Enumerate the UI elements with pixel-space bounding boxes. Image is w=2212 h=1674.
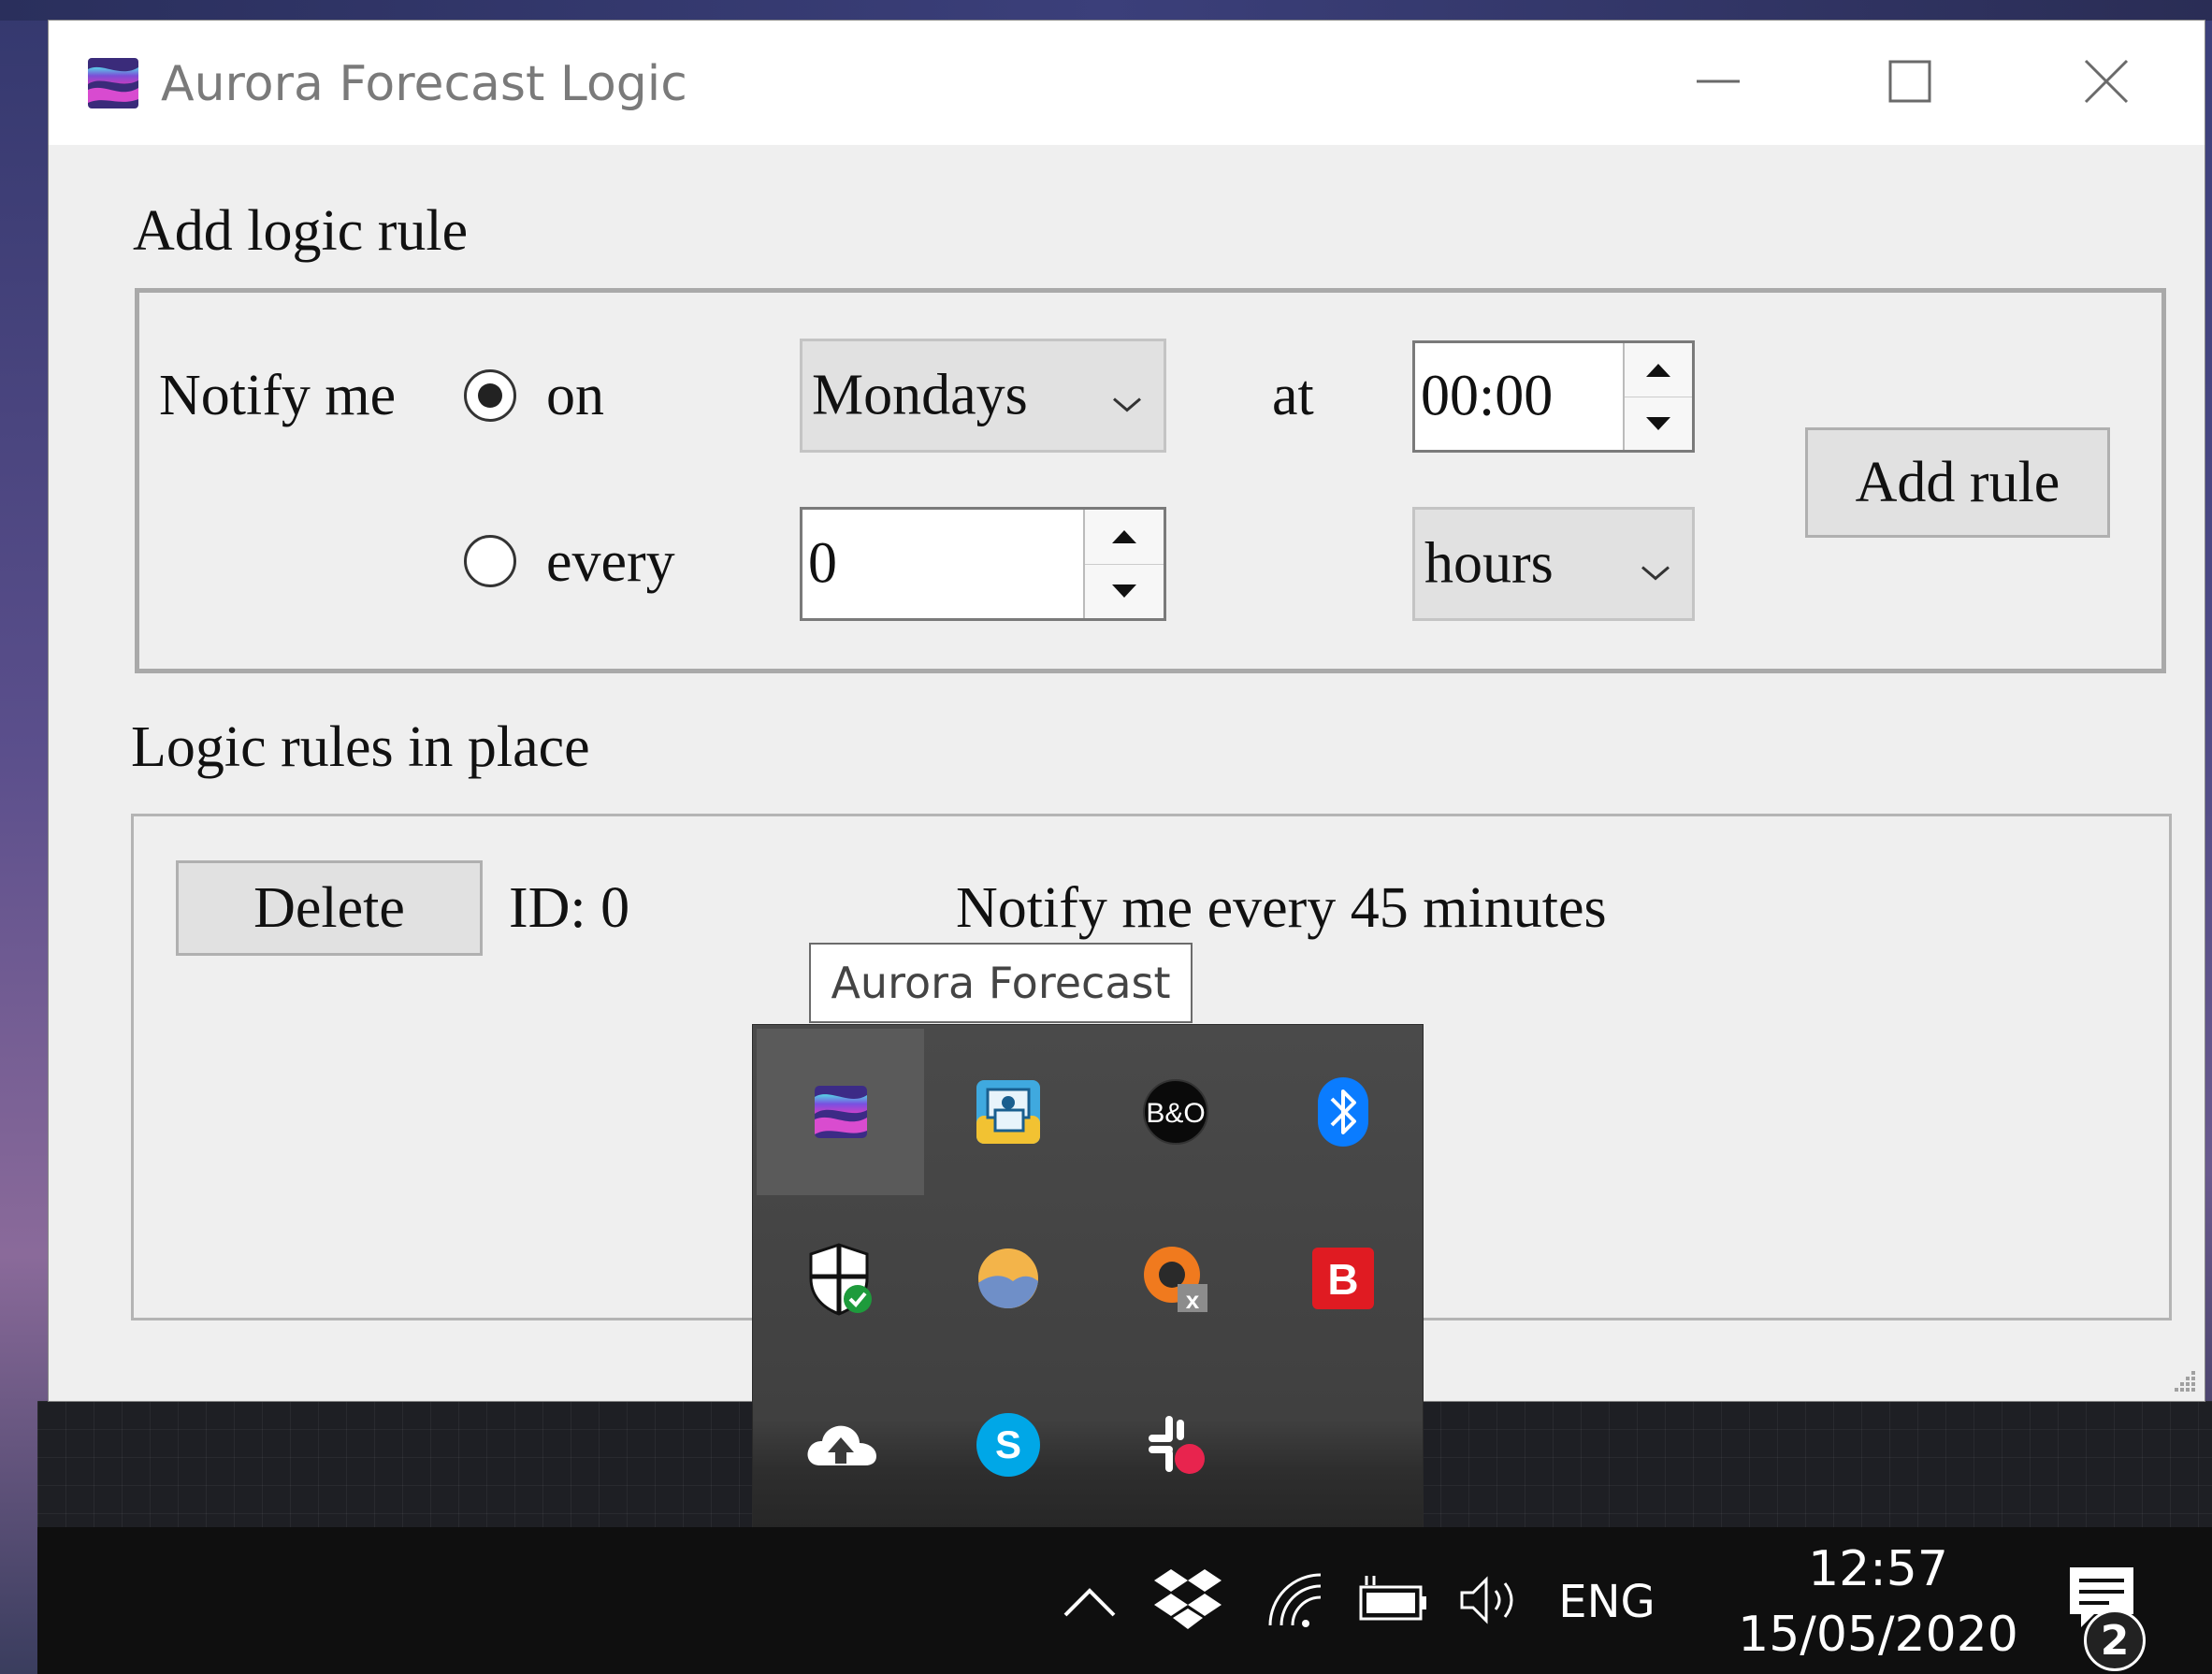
intel-graphics-icon bbox=[976, 1080, 1040, 1144]
aurora-forecast-icon bbox=[814, 1086, 867, 1138]
minimize-button[interactable] bbox=[1648, 39, 1788, 123]
volume-tray-button[interactable] bbox=[1448, 1563, 1532, 1638]
every-decrement-button[interactable] bbox=[1085, 564, 1164, 618]
rule-id: ID: 0 bbox=[509, 876, 630, 940]
notification-count-badge: 2 bbox=[2084, 1609, 2146, 1671]
time-decrement-button[interactable] bbox=[1625, 397, 1692, 450]
time-increment-button[interactable] bbox=[1625, 343, 1692, 397]
clock-date[interactable]: 15/05/2020 bbox=[1702, 1607, 2054, 1663]
tray-bang-olufsen[interactable]: B&O bbox=[1092, 1029, 1259, 1195]
every-input-value: 0 bbox=[808, 531, 837, 596]
chevron-down-icon bbox=[1640, 531, 1671, 598]
slack-icon bbox=[1148, 1416, 1205, 1474]
show-hidden-icons-button[interactable] bbox=[1048, 1565, 1132, 1639]
network-tray-button[interactable] bbox=[1253, 1563, 1337, 1638]
triangle-down-icon bbox=[1646, 416, 1670, 430]
tray-tooltip: Aurora Forecast bbox=[809, 943, 1193, 1023]
day-select[interactable]: Mondays bbox=[800, 339, 1166, 453]
tray-plex[interactable]: x bbox=[1092, 1195, 1259, 1362]
unit-select-value: hours bbox=[1424, 531, 1554, 596]
triangle-down-icon bbox=[1112, 584, 1136, 598]
maximize-icon bbox=[1888, 60, 1931, 103]
bluetooth-icon bbox=[1317, 1077, 1368, 1147]
rules-heading: Logic rules in place bbox=[131, 715, 590, 779]
every-spinner bbox=[1083, 510, 1164, 618]
skype-icon: S bbox=[976, 1413, 1040, 1477]
radio-on-label[interactable]: on bbox=[546, 367, 604, 425]
add-rule-button[interactable]: Add rule bbox=[1805, 427, 2110, 538]
bang-olufsen-icon: B&O bbox=[1142, 1079, 1208, 1145]
tray-bitdefender[interactable]: B bbox=[1259, 1195, 1426, 1362]
weather-app-icon bbox=[977, 1248, 1038, 1308]
radio-every[interactable] bbox=[464, 535, 516, 587]
time-spinner bbox=[1623, 343, 1692, 450]
svg-text:S: S bbox=[994, 1422, 1020, 1466]
tray-aurora-forecast[interactable] bbox=[757, 1029, 924, 1195]
time-input-value: 00:00 bbox=[1421, 364, 1554, 428]
dropbox-icon bbox=[1154, 1569, 1222, 1629]
maximize-button[interactable] bbox=[1840, 39, 1980, 123]
triangle-up-icon bbox=[1646, 363, 1670, 377]
notify-me-label: Notify me bbox=[159, 364, 397, 427]
radio-every-label[interactable]: every bbox=[546, 533, 675, 591]
resize-grip-icon[interactable] bbox=[2171, 1367, 2197, 1393]
volume-icon bbox=[1460, 1576, 1513, 1624]
battery-tray-button[interactable] bbox=[1347, 1563, 1440, 1638]
add-rule-heading: Add logic rule bbox=[133, 199, 469, 263]
day-select-value: Mondays bbox=[812, 363, 1028, 427]
every-input[interactable]: 0 bbox=[800, 507, 1166, 621]
time-input[interactable]: 00:00 bbox=[1412, 340, 1695, 453]
plex-icon: x bbox=[1143, 1247, 1207, 1314]
battery-icon bbox=[1359, 1576, 1426, 1621]
triangle-up-icon bbox=[1112, 530, 1136, 543]
window-title: Aurora Forecast Logic bbox=[161, 56, 687, 112]
tray-bluetooth[interactable] bbox=[1259, 1029, 1426, 1195]
radio-on[interactable] bbox=[464, 369, 516, 422]
dropbox-tray-button[interactable] bbox=[1141, 1557, 1235, 1641]
tray-overflow-flyout: B&O x B S bbox=[753, 1025, 1423, 1530]
tray-slack[interactable] bbox=[1092, 1362, 1259, 1528]
clock-time[interactable]: 12:57 bbox=[1758, 1541, 1998, 1597]
tray-weather[interactable] bbox=[924, 1195, 1092, 1362]
rule-description: Notify me every 45 minutes bbox=[956, 876, 1607, 940]
unit-select[interactable]: hours bbox=[1412, 507, 1695, 621]
svg-text:B: B bbox=[1327, 1255, 1358, 1304]
aurora-app-icon bbox=[88, 58, 138, 108]
close-button[interactable] bbox=[2036, 39, 2176, 123]
svg-text:x: x bbox=[1185, 1286, 1199, 1314]
taskbar: ENG 12:57 15/05/2020 2 bbox=[37, 1527, 2212, 1674]
minimize-icon bbox=[1697, 79, 1740, 83]
delete-rule-button[interactable]: Delete bbox=[176, 860, 483, 956]
bitdefender-icon: B bbox=[1311, 1248, 1374, 1309]
language-indicator[interactable]: ENG bbox=[1551, 1565, 1663, 1639]
at-label: at bbox=[1272, 364, 1314, 427]
windows-security-icon bbox=[809, 1243, 872, 1316]
svg-text:B&O: B&O bbox=[1146, 1098, 1205, 1129]
tray-skype[interactable]: S bbox=[924, 1362, 1092, 1528]
wifi-icon bbox=[1268, 1573, 1322, 1627]
tray-onedrive-upload[interactable] bbox=[757, 1362, 924, 1528]
title-bar: Aurora Forecast Logic bbox=[49, 21, 2205, 145]
tray-windows-security[interactable] bbox=[757, 1195, 924, 1362]
chevron-down-icon bbox=[1111, 363, 1143, 429]
desktop-background-top bbox=[0, 0, 2212, 21]
chevron-up-icon bbox=[1063, 1588, 1116, 1617]
close-icon bbox=[2084, 59, 2129, 104]
every-increment-button[interactable] bbox=[1085, 510, 1164, 565]
tray-intel-graphics[interactable] bbox=[924, 1029, 1092, 1195]
onedrive-upload-icon bbox=[807, 1425, 876, 1465]
